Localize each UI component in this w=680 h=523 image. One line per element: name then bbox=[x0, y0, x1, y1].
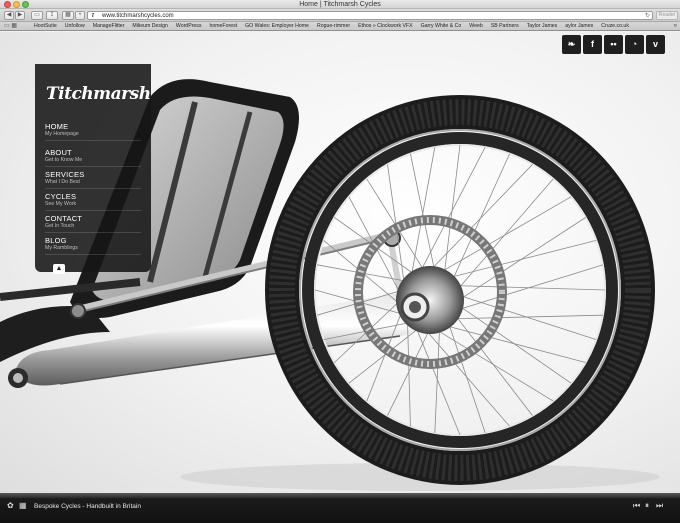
nav-item-title: BLOG bbox=[45, 236, 67, 245]
nav-item-title: CONTACT bbox=[45, 214, 83, 223]
reading-list-icon[interactable]: ▭ ▦ bbox=[4, 23, 17, 30]
top-sites-button[interactable]: ▦ bbox=[62, 11, 74, 20]
nav-item-subtitle: What I Do Best bbox=[45, 179, 80, 185]
nav-item-title: ABOUT bbox=[45, 148, 72, 157]
bookmark-item[interactable]: Taylor James bbox=[523, 22, 562, 31]
bookmark-item[interactable]: aylor James bbox=[561, 22, 597, 31]
grid-view-icon[interactable]: ▦ bbox=[19, 501, 27, 511]
next-slide-icon[interactable]: ⏭ bbox=[656, 501, 663, 511]
pause-slideshow-icon[interactable]: ⏸ bbox=[645, 501, 649, 511]
share-button[interactable]: ⇪ bbox=[46, 11, 58, 20]
bookmark-item[interactable]: Garry White & Co bbox=[417, 22, 466, 31]
share-icon: ⇪ bbox=[49, 12, 55, 18]
tabs-icon: ▭ bbox=[34, 12, 40, 18]
bookmark-item[interactable]: GO Wales: Employer Home bbox=[241, 22, 313, 31]
reload-icon[interactable]: ↻ bbox=[645, 12, 650, 20]
window-title: Home | Titchmarsh Cycles bbox=[299, 1, 381, 8]
bookmark-item[interactable]: Unfollow bbox=[61, 22, 89, 31]
site-footer-bar: ✿ ▦ Bespoke Cycles - Handbuilt in Britai… bbox=[0, 493, 680, 523]
nav-item-blog[interactable]: BLOG My Ramblings bbox=[45, 236, 141, 255]
nav-item-subtitle: My Homepage bbox=[45, 131, 79, 137]
nav-item-title: CYCLES bbox=[45, 192, 77, 201]
grid-icon: ▦ bbox=[65, 12, 71, 18]
footer-top-strip bbox=[0, 493, 680, 498]
bookmark-item[interactable]: Weeb bbox=[465, 22, 486, 31]
site-logo[interactable]: Titchmarsh bbox=[46, 84, 151, 104]
nav-item-title: SERVICES bbox=[45, 170, 85, 179]
show-all-tabs-button[interactable]: ▭ bbox=[31, 11, 43, 20]
social-links: ❧ f •• ◔ v bbox=[562, 35, 665, 54]
bookmark-item[interactable]: homeForest bbox=[205, 22, 241, 31]
flickr-icon[interactable]: •• bbox=[604, 35, 623, 54]
bookmark-item[interactable]: Cruze.co.uk bbox=[597, 22, 633, 31]
site-navigation: Titchmarsh HOME My Homepage ABOUT Get to Kn… bbox=[35, 64, 151, 272]
nav-item-cycles[interactable]: CYCLES See My Work bbox=[45, 192, 141, 211]
bookmark-item[interactable]: Milieum Design bbox=[128, 22, 171, 31]
nav-item-contact[interactable]: CONTACT Get In Touch bbox=[45, 214, 141, 233]
bookmark-item[interactable]: WordPress bbox=[172, 22, 206, 31]
browser-toolbar: ◀ ▶ ▭ ⇪ ▦ + 𝒕 www.titchmarshcycles.com ↻… bbox=[0, 9, 680, 22]
twitter-icon[interactable]: ❧ bbox=[562, 35, 581, 54]
bookmark-item[interactable]: Rogue-rimmer bbox=[313, 22, 354, 31]
plus-icon: + bbox=[78, 12, 82, 18]
nav-item-subtitle: My Ramblings bbox=[45, 245, 78, 251]
bookmark-item[interactable]: Ethos » Clockwork VFX bbox=[354, 22, 417, 31]
add-bookmark-button[interactable]: + bbox=[75, 11, 85, 20]
address-bar[interactable]: 𝒕 www.titchmarshcycles.com ↻ bbox=[87, 11, 653, 20]
forward-button[interactable]: ▶ bbox=[15, 11, 25, 20]
nav-item-subtitle: Get to Know Me bbox=[45, 157, 83, 163]
window-titlebar: Home | Titchmarsh Cycles bbox=[0, 0, 680, 9]
forward-arrow-icon: ▶ bbox=[17, 12, 23, 18]
previous-slide-icon[interactable]: ⏮ bbox=[633, 501, 640, 511]
nav-item-about[interactable]: ABOUT Get to Know Me bbox=[45, 148, 141, 167]
collapse-menu-button[interactable]: ▲ bbox=[53, 264, 65, 274]
vimeo-icon[interactable]: v bbox=[646, 35, 665, 54]
site-favicon-icon: 𝒕 bbox=[92, 13, 95, 19]
url-text: www.titchmarshcycles.com bbox=[102, 13, 174, 19]
settings-icon[interactable]: ✿ bbox=[7, 501, 14, 511]
webpage: ❧ f •• ◔ v Titchmarsh HOME My Homepage ABOUT Ge… bbox=[0, 32, 680, 493]
nav-item-subtitle: See My Work bbox=[45, 201, 77, 207]
rss-icon[interactable]: ◔ bbox=[625, 35, 644, 54]
footer-caption: Bespoke Cycles - Handbuilt in Britain bbox=[34, 503, 141, 510]
chevron-up-icon: ▲ bbox=[55, 265, 63, 272]
bookmarks-bar: ▭ ▦ HootSuite Unfollow ManageFlitter Milieu… bbox=[0, 22, 680, 31]
nav-item-title: HOME bbox=[45, 122, 69, 131]
back-arrow-icon: ◀ bbox=[6, 12, 12, 18]
bookmark-list: HootSuite Unfollow ManageFlitter Milieum De… bbox=[30, 22, 633, 31]
nav-item-subtitle: Get In Touch bbox=[45, 223, 75, 229]
facebook-icon[interactable]: f bbox=[583, 35, 602, 54]
bookmark-item[interactable]: HootSuite bbox=[30, 22, 61, 31]
bookmark-item[interactable]: SB Partners bbox=[487, 22, 523, 31]
back-button[interactable]: ◀ bbox=[4, 11, 14, 20]
reader-button[interactable]: Reader bbox=[656, 11, 678, 20]
nav-item-home[interactable]: HOME My Homepage bbox=[45, 122, 141, 141]
nav-item-services[interactable]: SERVICES What I Do Best bbox=[45, 170, 141, 189]
more-bookmarks-icon[interactable]: » bbox=[674, 22, 677, 31]
bookmark-item[interactable]: ManageFlitter bbox=[89, 22, 129, 31]
